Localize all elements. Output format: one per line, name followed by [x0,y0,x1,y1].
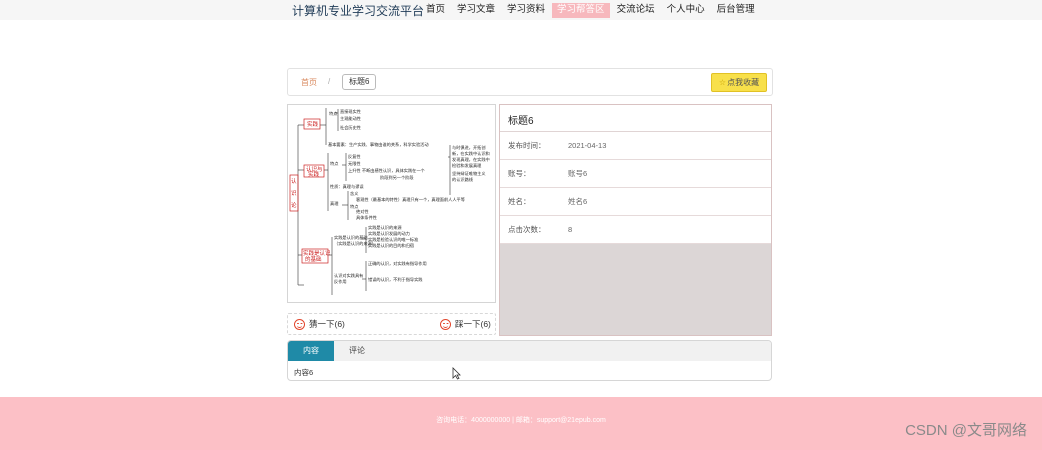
nav-item-admin[interactable]: 后台管理 [712,3,760,18]
detail-tabs: 内容 评论 内容6 [287,340,772,381]
svg-text:直接现实性: 直接现实性 [340,108,361,115]
tab-comments[interactable]: 评论 [334,341,380,361]
svg-text:认: 认 [291,177,297,185]
svg-text:主观能动性: 主观能动性 [340,115,361,122]
svg-text:绝对性: 绝对性 [356,208,369,215]
nav-item-profile[interactable]: 个人中心 [662,3,710,18]
mouse-cursor-icon [452,367,461,380]
svg-text:无限性: 无限性 [348,160,361,167]
footer: 咨询电话：4000000000 | 邮箱：support@21epub.com … [0,397,1042,450]
nav-item-home[interactable]: 首页 [421,3,450,18]
svg-text:实践是认识的目的和归宿: 实践是认识的目的和归宿 [368,242,414,249]
svg-text:含义: 含义 [350,190,359,197]
info-label: 账号： [508,169,531,178]
svg-text:反作用: 反作用 [334,278,347,285]
like-label: 猜一下(6) [309,319,345,329]
svg-text:的认识路线: 的认识路线 [452,176,474,183]
info-value: 8 [568,225,573,234]
svg-text:实践是认识的来源: 实践是认识的来源 [368,224,402,231]
info-value: 姓名6 [568,197,588,206]
main-nav: 首页 学习文章 学习资料 学习帮答区 交流论坛 个人中心 后台管理 [421,3,762,18]
info-value: 2021-04-13 [568,141,607,150]
svg-text:错误的认识，不利于指导实践: 错误的认识，不利于指导实践 [368,276,423,283]
svg-text:与时俱进，开拓创: 与时俱进，开拓创 [452,144,486,151]
svg-text:检验和发展真理: 检验和发展真理 [452,162,482,169]
svg-text:实践: 实践 [307,120,319,128]
detail-info-table: 标题6 发布时间： 2021-04-13 账号： 账号6 姓名： 姓名6 点击次… [500,105,771,244]
breadcrumb-home-link[interactable]: 首页 [301,77,317,88]
site-title[interactable]: 计算机专业学习交流平台 [292,2,424,19]
svg-text:新，在实践中认识和: 新，在实践中认识和 [452,150,490,157]
svg-text:实践是认识发展的动力: 实践是认识发展的动力 [368,230,410,237]
svg-text:发现真理，在实践中: 发现真理，在实践中 [452,156,490,163]
watermark: CSDN @文哥网络 [905,422,1027,439]
info-label: 姓名： [508,197,531,206]
svg-text:真理: 真理 [330,200,339,207]
detail-image[interactable]: 实践 认识论 认识与 实践 实践是认识 的基础 特点 直接现实性 主观能动性 社会历… [287,104,496,303]
svg-text:正确的认识，对实践有指导作用: 正确的认识，对实践有指导作用 [368,260,427,267]
vote-bar: 猜一下(6) 踩一下(6) [287,313,496,335]
svg-text:具体条件性: 具体条件性 [356,214,377,221]
tab-bar: 内容 评论 [288,341,771,361]
info-value: 账号6 [568,169,588,178]
star-icon: ☆ [718,78,727,87]
info-row-name: 姓名： 姓名6 [500,188,771,216]
top-navbar: 计算机专业学习交流平台 首页 学习文章 学习资料 学习帮答区 交流论坛 个人中心… [0,0,1042,20]
svg-text:识: 识 [291,190,297,197]
svg-text:特点: 特点 [329,110,337,117]
breadcrumb: 首页 / 标题6 ☆点我收藏 [287,68,773,96]
dislike-label: 踩一下(6) [455,319,491,329]
svg-text:特点: 特点 [330,160,338,167]
svg-text:坚持辩证唯物主义: 坚持辩证唯物主义 [452,170,486,177]
detail-title: 标题6 [500,105,771,132]
favorite-button[interactable]: ☆点我收藏 [711,73,767,92]
smile-icon [294,318,305,330]
svg-text:实践是认识的基础: 实践是认识的基础 [334,234,368,241]
info-row-account: 账号： 账号6 [500,160,771,188]
nav-item-articles[interactable]: 学习文章 [452,3,500,18]
svg-text:认识对实践具有: 认识对实践具有 [334,272,363,279]
svg-text:上升性 不断由感性认识，具体实践在一个: 上升性 不断由感性认识，具体实践在一个 [348,167,426,174]
mindmap-image: 实践 认识论 认识与实践 实践是认识的基础 特点 直接现实性 主观能动性 社会历… [289,108,490,295]
svg-text:阶段到另一个阶段: 阶段到另一个阶段 [380,174,414,181]
detail-info-panel: 标题6 发布时间： 2021-04-13 账号： 账号6 姓名： 姓名6 点击次… [499,104,772,336]
svg-text:论: 论 [291,201,297,209]
info-row-publish-time: 发布时间： 2021-04-13 [500,132,771,160]
svg-text:社会历史性: 社会历史性 [340,124,361,131]
like-button[interactable]: 猜一下(6) [294,318,345,330]
tab-content[interactable]: 内容 [288,341,334,361]
dislike-button[interactable]: 踩一下(6) [440,318,491,330]
breadcrumb-current: 标题6 [342,74,377,90]
info-row-clicks: 点击次数： 8 [500,216,771,244]
svg-text:性质：真理与谬误: 性质：真理与谬误 [330,183,364,190]
svg-text:实践是认识: 实践是认识 [303,249,331,257]
nav-item-materials[interactable]: 学习资料 [502,3,550,18]
tab-panel-content: 内容6 [294,368,314,377]
info-label: 发布时间： [508,141,546,150]
info-label: 点击次数： [508,225,546,234]
footer-contact: 咨询电话：4000000000 | 邮箱：support@21epub.com [436,417,606,424]
svg-text:客观性（最基本的特性）真理只有一个，真理面前人人平等: 客观性（最基本的特性）真理只有一个，真理面前人人平等 [356,196,465,203]
smile-icon [440,318,451,330]
svg-text:反复性: 反复性 [348,153,361,160]
svg-text:的基础: 的基础 [305,255,322,263]
favorite-button-label: 点我收藏 [727,78,760,87]
svg-text:实践是检验认识的唯一标准: 实践是检验认识的唯一标准 [368,236,418,243]
nav-item-qa[interactable]: 学习帮答区 [552,3,610,18]
svg-text:实践: 实践 [308,170,320,178]
svg-text:基本要素：生产实践、事物由谁的关系，科学实验活动: 基本要素：生产实践、事物由谁的关系，科学实验活动 [328,141,429,148]
nav-item-forum[interactable]: 交流论坛 [612,3,660,18]
breadcrumb-separator: / [328,77,331,86]
